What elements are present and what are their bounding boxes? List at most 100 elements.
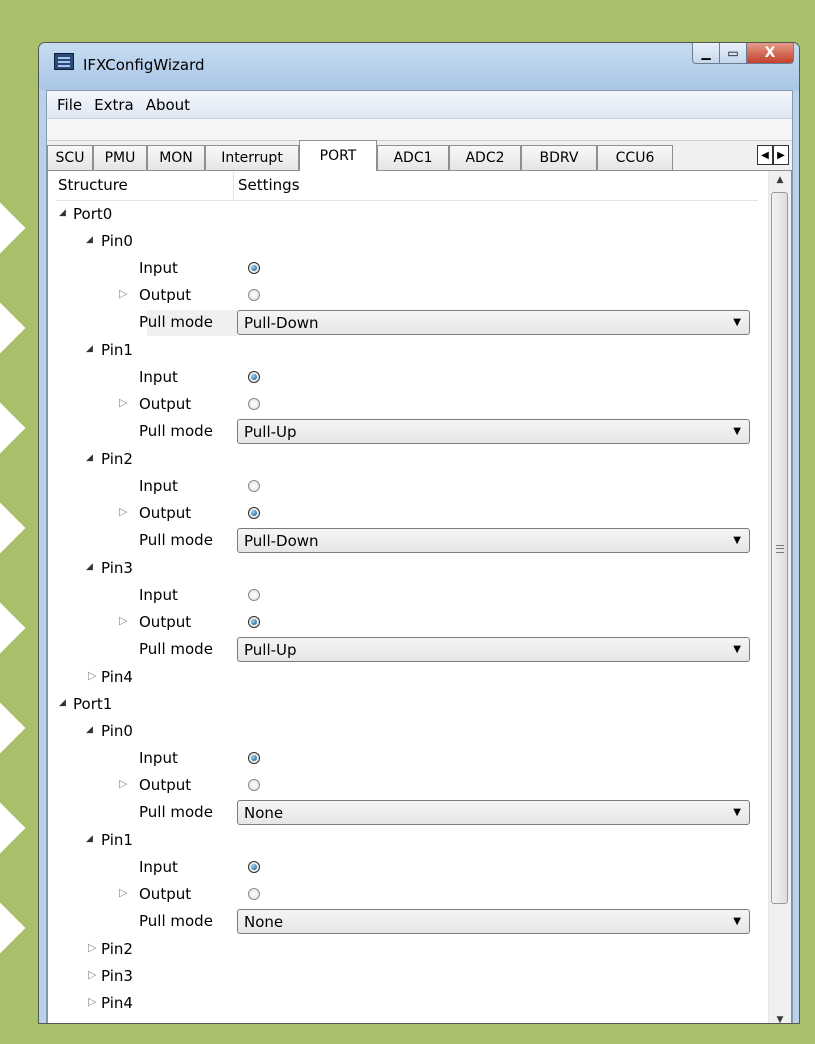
pull-mode-select[interactable]: None ▼ — [237, 909, 750, 934]
tree-row-pin[interactable]: ▷ Pin3 — [56, 963, 758, 990]
output-radio[interactable] — [248, 779, 260, 791]
output-label: Output — [139, 613, 192, 631]
pull-mode-row: Pull mode Pull-Down ▼ — [56, 527, 758, 554]
input-radio[interactable] — [248, 371, 260, 383]
tree-row-pin[interactable]: ▷ Pin4 — [56, 664, 758, 691]
tree-row-pin[interactable]: ◢ Pin0 — [56, 718, 758, 745]
header-divider[interactable] — [233, 172, 234, 200]
tab-port[interactable]: PORT — [299, 140, 377, 171]
decor-chevron — [0, 402, 26, 454]
chevron-down-icon: ▼ — [733, 426, 741, 437]
collapsed-icon[interactable]: ▷ — [88, 995, 96, 1008]
expanded-icon[interactable]: ◢ — [86, 834, 93, 844]
collapsed-icon[interactable]: ▷ — [119, 396, 127, 409]
collapsed-icon[interactable]: ▷ — [88, 968, 96, 981]
decor-chevron — [0, 702, 26, 754]
pull-mode-label: Pull mode — [139, 531, 213, 549]
collapsed-icon[interactable]: ▷ — [119, 777, 127, 790]
tab-scroll-right-icon[interactable]: ▶ — [773, 145, 789, 165]
output-radio[interactable] — [248, 398, 260, 410]
tree-row-pin[interactable]: ◢ Pin2 — [56, 446, 758, 473]
port-panel: Structure Settings ◢ Port0 ◢ Pin0 Input — [47, 170, 792, 1023]
tab-scu[interactable]: SCU — [47, 145, 93, 170]
output-row: ▷ Output — [56, 609, 758, 636]
grip-icon — [776, 545, 784, 553]
header-structure[interactable]: Structure — [58, 176, 128, 194]
tab-scroll-left-icon[interactable]: ◀ — [757, 145, 773, 165]
input-radio[interactable] — [248, 589, 260, 601]
chevron-down-icon: ▼ — [733, 916, 741, 927]
maximize-button[interactable]: ▭ — [720, 43, 747, 64]
menu-about[interactable]: About — [140, 96, 196, 114]
tree-row-port[interactable]: ◢ Port1 — [56, 691, 758, 718]
tab-adc2[interactable]: ADC2 — [449, 145, 521, 170]
pull-mode-select[interactable]: Pull-Up ▼ — [237, 419, 750, 444]
expanded-icon[interactable]: ◢ — [86, 344, 93, 354]
expanded-icon[interactable]: ◢ — [86, 453, 93, 463]
tab-label: ADC1 — [393, 150, 433, 166]
pin-label: Pin3 — [101, 967, 133, 985]
vertical-scrollbar[interactable]: ▲ ▼ — [768, 171, 791, 1023]
input-radio[interactable] — [248, 861, 260, 873]
tree-header: Structure Settings — [56, 172, 758, 201]
pull-mode-select[interactable]: Pull-Down ▼ — [237, 528, 750, 553]
tab-mon[interactable]: MON — [147, 145, 205, 170]
scrollbar-thumb[interactable] — [771, 192, 788, 904]
collapsed-icon[interactable]: ▷ — [119, 614, 127, 627]
pull-mode-select[interactable]: Pull-Up ▼ — [237, 637, 750, 662]
input-label: Input — [139, 858, 178, 876]
input-radio[interactable] — [248, 262, 260, 274]
input-radio[interactable] — [248, 752, 260, 764]
tab-interrupt[interactable]: Interrupt — [205, 145, 299, 170]
output-radio[interactable] — [248, 616, 260, 628]
tree-row-pin[interactable]: ◢ Pin1 — [56, 337, 758, 364]
collapsed-icon[interactable]: ▷ — [88, 941, 96, 954]
pin-label: Pin0 — [101, 722, 133, 740]
menu-file[interactable]: File — [51, 96, 88, 114]
header-settings[interactable]: Settings — [238, 176, 300, 194]
collapsed-icon[interactable]: ▷ — [88, 669, 96, 682]
output-label: Output — [139, 504, 192, 522]
pull-mode-select[interactable]: None ▼ — [237, 800, 750, 825]
pin-label: Pin1 — [101, 341, 133, 359]
pull-mode-label: Pull mode — [139, 912, 213, 930]
minimize-button[interactable]: ▁ — [692, 43, 720, 64]
scroll-up-icon[interactable]: ▲ — [769, 171, 791, 189]
tab-bdrv[interactable]: BDRV — [521, 145, 597, 170]
pull-mode-select[interactable]: Pull-Down ▼ — [237, 310, 750, 335]
tab-scroll-buttons: ◀ ▶ — [757, 145, 789, 165]
input-radio[interactable] — [248, 480, 260, 492]
tree-row-port[interactable]: ◢ Port0 — [56, 201, 758, 228]
pull-mode-label: Pull mode — [139, 803, 213, 821]
tree-row-pin[interactable]: ◢ Pin3 — [56, 555, 758, 582]
input-label: Input — [139, 749, 178, 767]
output-radio[interactable] — [248, 507, 260, 519]
collapsed-icon[interactable]: ▷ — [119, 505, 127, 518]
tree-row-pin[interactable]: ▷ Pin2 — [56, 936, 758, 963]
output-row: ▷ Output — [56, 391, 758, 418]
tab-label: PMU — [104, 150, 136, 166]
tab-ccu6[interactable]: CCU6 — [597, 145, 673, 170]
expanded-icon[interactable]: ◢ — [59, 698, 66, 708]
expanded-icon[interactable]: ◢ — [86, 235, 93, 245]
input-label: Input — [139, 259, 178, 277]
expanded-icon[interactable]: ◢ — [86, 562, 93, 572]
tab-pmu[interactable]: PMU — [93, 145, 147, 170]
tree-row-pin[interactable]: ◢ Pin1 — [56, 827, 758, 854]
tree-row-pin[interactable]: ▷ Pin4 — [56, 990, 758, 1017]
output-radio[interactable] — [248, 289, 260, 301]
output-row: ▷ Output — [56, 881, 758, 908]
scroll-down-icon[interactable]: ▼ — [769, 1011, 791, 1023]
menu-extra[interactable]: Extra — [88, 96, 140, 114]
close-button[interactable]: X — [747, 43, 794, 64]
collapsed-icon[interactable]: ▷ — [119, 886, 127, 899]
expanded-icon[interactable]: ◢ — [59, 208, 66, 218]
collapsed-icon[interactable]: ▷ — [119, 287, 127, 300]
output-radio[interactable] — [248, 888, 260, 900]
expanded-icon[interactable]: ◢ — [86, 725, 93, 735]
tree-row-pin[interactable]: ◢ Pin0 — [56, 228, 758, 255]
tab-adc1[interactable]: ADC1 — [377, 145, 449, 170]
title-bar[interactable]: IFXConfigWizard ▁ ▭ X — [39, 43, 799, 90]
output-row: ▷ Output — [56, 772, 758, 799]
chevron-down-icon: ▼ — [733, 644, 741, 655]
